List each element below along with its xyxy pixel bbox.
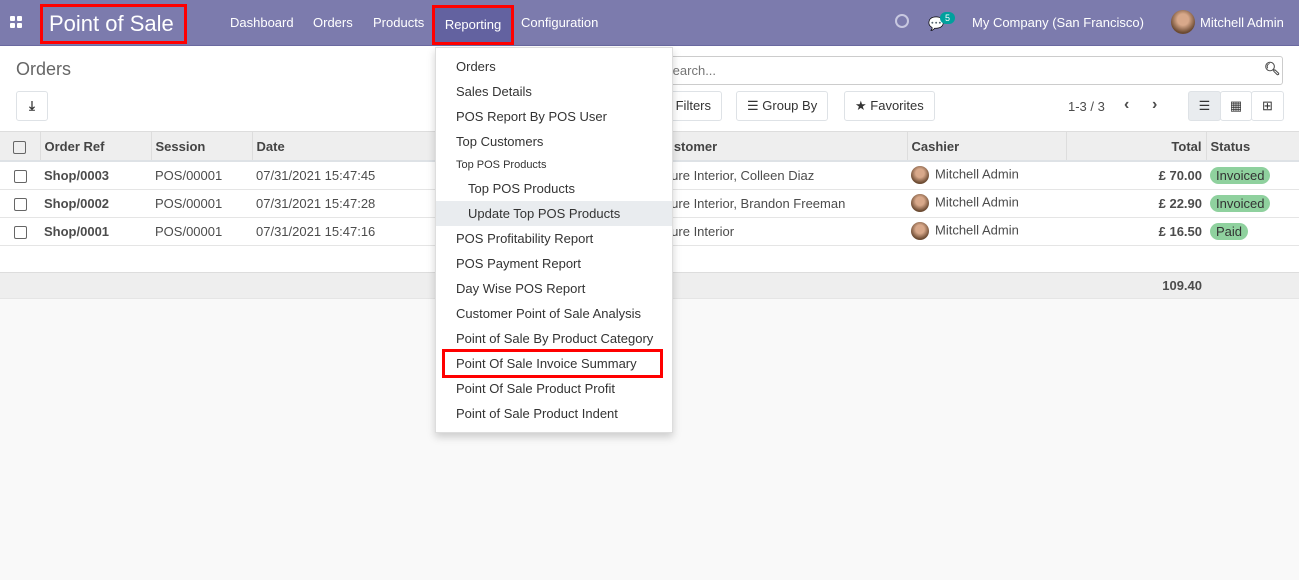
cashier-name: Mitchell Admin — [935, 166, 1019, 182]
reporting-dropdown: Orders Sales Details POS Report By POS U… — [435, 47, 673, 433]
cashier: Mitchell Admin — [907, 161, 1066, 190]
order-ref: Shop/0002 — [40, 189, 151, 218]
order-ref: Shop/0003 — [40, 161, 151, 190]
dropdown-item-update-top-pos-products[interactable]: Update Top POS Products — [436, 201, 672, 226]
total: £ 16.50 — [1066, 217, 1206, 246]
top-navbar: Point of Sale Dashboard Orders Products … — [0, 0, 1299, 46]
pager-prev-icon[interactable]: ‹ — [1124, 96, 1129, 114]
message-count-badge: 5 — [940, 12, 956, 24]
dropdown-item-pos-invoice-summary[interactable]: Point Of Sale Invoice Summary — [442, 349, 663, 378]
cashier-name: Mitchell Admin — [935, 222, 1019, 238]
dropdown-item-pos-product-indent[interactable]: Point of Sale Product Indent — [436, 401, 672, 426]
row-checkbox[interactable] — [13, 169, 27, 183]
dropdown-item-customer-pos-analysis[interactable]: Customer Point of Sale Analysis — [436, 301, 672, 326]
pivot-view-button[interactable]: ⊞ — [1251, 91, 1284, 121]
cashier-avatar — [911, 166, 929, 185]
customer: Azure Interior, Brandon Freeman — [652, 189, 907, 218]
app-title[interactable]: Point of Sale — [40, 4, 187, 44]
group-by-button[interactable]: ☰ Group By — [736, 91, 829, 121]
search-icon[interactable]: 🔍︎ — [1264, 61, 1281, 77]
menu-products[interactable]: Products — [373, 0, 424, 46]
dropdown-item-top-pos-products[interactable]: Top POS Products — [436, 176, 672, 201]
order-ref: Shop/0001 — [40, 217, 151, 246]
pager-value[interactable]: 1-3 / 3 — [1068, 99, 1105, 114]
cashier-name: Mitchell Admin — [935, 194, 1019, 210]
status-badge: Paid — [1210, 222, 1249, 240]
session: POS/00001 — [151, 217, 252, 246]
cashier: Mitchell Admin — [907, 189, 1066, 218]
row-checkbox[interactable] — [13, 225, 27, 239]
session: POS/00001 — [151, 161, 252, 190]
customer: Azure Interior — [652, 217, 907, 246]
status-badge: Invoiced — [1210, 194, 1271, 212]
apps-menu-icon[interactable] — [10, 16, 22, 28]
group-by-label: Group By — [762, 98, 818, 113]
row-checkbox[interactable] — [13, 197, 27, 211]
user-menu[interactable]: Mitchell Admin — [1200, 0, 1284, 46]
dropdown-section-top-pos-products: Top POS Products — [456, 159, 547, 171]
cashier-avatar — [911, 222, 929, 240]
header-session[interactable]: Session — [150, 132, 252, 162]
dropdown-item-pos-report-by-user[interactable]: POS Report By POS User — [436, 104, 672, 129]
customer: Azure Interior, Colleen Diaz — [652, 161, 907, 190]
favorites-label: Favorites — [870, 98, 924, 113]
header-status[interactable]: Status — [1205, 132, 1299, 162]
total: £ 70.00 — [1066, 161, 1206, 190]
activity-clock-icon[interactable] — [895, 14, 909, 28]
total-sum: 109.40 — [1066, 272, 1206, 299]
user-avatar[interactable] — [1171, 10, 1195, 34]
dropdown-item-orders[interactable]: Orders — [436, 54, 672, 79]
header-cashier[interactable]: Cashier — [906, 132, 1066, 162]
breadcrumb: Orders — [16, 59, 72, 79]
dropdown-item-pos-product-profit[interactable]: Point Of Sale Product Profit — [436, 376, 672, 401]
download-icon: ⤓ — [29, 98, 35, 113]
dropdown-item-day-wise-pos-report[interactable]: Day Wise POS Report — [436, 276, 672, 301]
dropdown-item-sales-details[interactable]: Sales Details — [436, 79, 672, 104]
header-total[interactable]: Total — [1065, 132, 1206, 162]
list-icon: ☰ — [747, 98, 763, 113]
cashier: Mitchell Admin — [907, 217, 1066, 246]
menu-orders[interactable]: Orders — [313, 0, 353, 46]
dropdown-item-pos-by-product-category[interactable]: Point of Sale By Product Category — [436, 326, 672, 351]
favorites-button[interactable]: ★ Favorites — [844, 91, 935, 121]
menu-configuration[interactable]: Configuration — [521, 0, 598, 46]
total: £ 22.90 — [1066, 189, 1206, 218]
menu-reporting[interactable]: Reporting — [432, 5, 514, 45]
status-badge: Invoiced — [1210, 166, 1271, 184]
select-all-checkbox[interactable] — [13, 140, 27, 154]
dropdown-item-top-customers[interactable]: Top Customers — [436, 129, 672, 154]
cashier-avatar — [911, 194, 929, 212]
dropdown-item-pos-payment-report[interactable]: POS Payment Report — [436, 251, 672, 276]
dropdown-item-pos-profitability-report[interactable]: POS Profitability Report — [436, 226, 672, 251]
download-button[interactable]: ⤓ — [16, 91, 48, 121]
header-order-ref[interactable]: Order Ref — [39, 132, 151, 162]
menu-dashboard[interactable]: Dashboard — [230, 0, 294, 46]
company-switcher[interactable]: My Company (San Francisco) — [972, 0, 1144, 46]
kanban-view-button[interactable]: ▦ — [1220, 91, 1252, 121]
list-view-button[interactable]: ☰ — [1188, 91, 1221, 121]
pager-next-icon[interactable]: › — [1152, 96, 1157, 114]
session: POS/00001 — [151, 189, 252, 218]
star-icon: ★ — [855, 98, 871, 113]
search-input[interactable] — [655, 56, 1283, 85]
header-customer[interactable]: Customer — [651, 132, 907, 162]
